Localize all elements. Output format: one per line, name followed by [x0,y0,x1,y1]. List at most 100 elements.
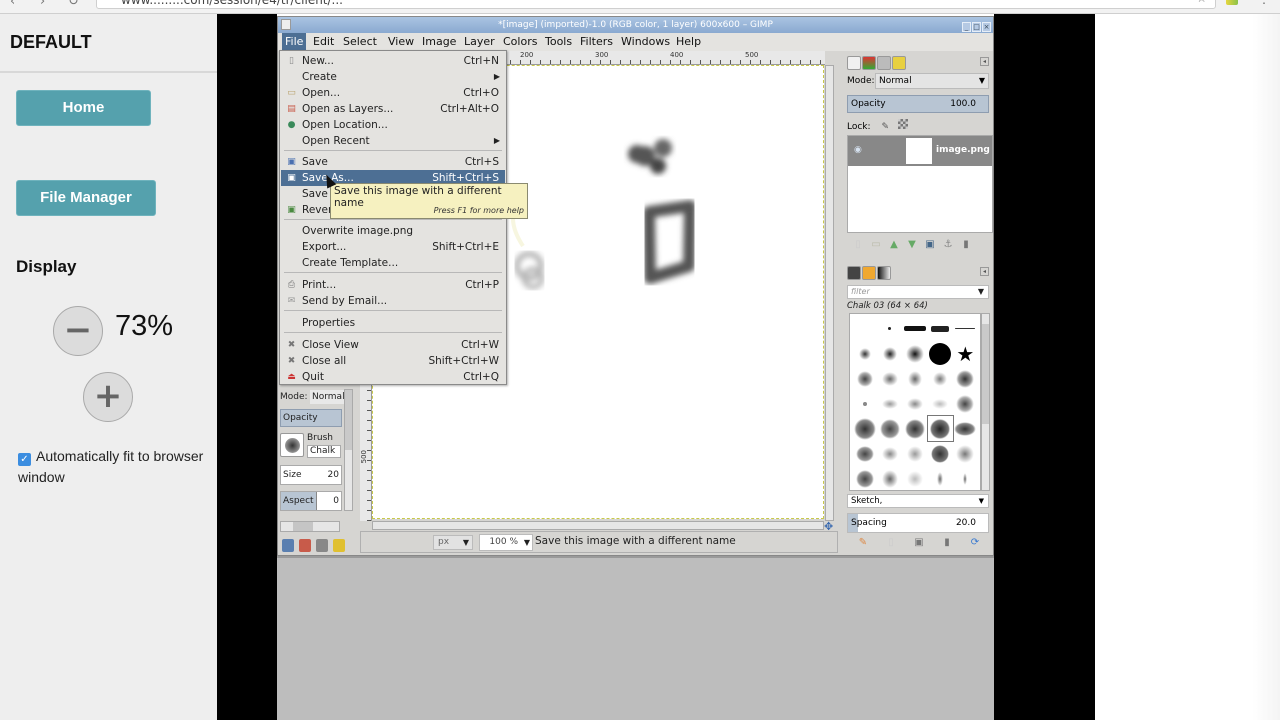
restore-options-icon[interactable] [299,539,311,552]
menu-file[interactable]: File [282,33,307,51]
brush-tag-select[interactable]: Sketch, ▼ [847,494,989,508]
home-button[interactable]: Home [16,90,151,126]
zoom-select[interactable]: 100 % ▼ [479,534,533,551]
tool-opacity-slider[interactable]: Opacity [280,409,342,427]
brush-filter-input[interactable]: filter ▼ [847,285,989,299]
anchor-layer-icon[interactable]: ⚓ [939,239,957,250]
brush-thumbnail[interactable] [926,415,954,442]
zoom-out-button[interactable]: − [53,306,103,356]
brush-thumbnail[interactable] [852,316,877,341]
layer-mode-select[interactable]: Mode: Normal ▼ [847,73,989,89]
menu-item-send-by-email[interactable]: ✉ Send by Email... [281,293,505,309]
duplicate-brush-icon[interactable]: ▣ [905,537,933,548]
brush-thumbnail[interactable] [902,466,927,491]
tab-layers[interactable] [847,56,861,70]
brush-aspect-slider[interactable]: Aspect 0 [280,491,342,511]
delete-options-icon[interactable] [316,539,328,552]
canvas-vscrollbar[interactable] [825,65,834,521]
brush-thumbnail[interactable] [852,416,877,441]
layer-opacity-slider[interactable]: Opacity 100.0 [847,95,989,113]
brush-thumbnail[interactable] [902,441,927,466]
brush-thumbnail[interactable] [902,316,927,341]
menu-edit[interactable]: Edit [313,35,334,48]
forward-icon[interactable]: › [40,0,45,9]
brush-thumbnail[interactable] [852,441,877,466]
brush-thumbnail[interactable] [953,441,978,466]
brush-thumbnail[interactable] [928,466,953,491]
brush-thumbnail[interactable] [852,341,877,366]
brush-thumbnail[interactable] [877,366,902,391]
scroll-thumb[interactable] [345,390,352,450]
autofit-option[interactable]: ✓ Automatically fit to browser window [18,446,208,488]
brush-thumbnail[interactable] [902,366,927,391]
brush-thumbnail[interactable] [877,416,902,441]
brush-thumbnail[interactable] [852,466,877,491]
maximize-button[interactable]: □ [972,22,981,32]
tab-paths[interactable] [877,56,891,70]
brush-thumbnail[interactable] [877,466,902,491]
menu-item-open-recent[interactable]: Open Recent ▶ [281,133,505,149]
dock-menu-icon[interactable]: ◂ [980,57,989,66]
menu-item-open-as-layers[interactable]: ▤ Open as Layers... Ctrl+Alt+O [281,101,505,117]
brush-thumbnail[interactable] [902,416,927,441]
window-titlebar[interactable]: *[image] (imported)-1.0 (RGB color, 1 la… [278,17,993,33]
tool-options-scrollbar[interactable] [344,389,353,511]
raise-layer-icon[interactable]: ▲ [885,239,903,250]
brush-thumbnail[interactable] [852,366,877,391]
file-manager-button[interactable]: File Manager [16,180,156,216]
reload-icon[interactable]: ↻ [68,0,79,9]
menu-item-export[interactable]: Export... Shift+Ctrl+E [281,239,505,255]
brush-thumbnail[interactable] [953,316,978,341]
brush-thumbnail[interactable] [928,391,953,416]
tab-patterns[interactable] [862,266,876,280]
menu-image[interactable]: Image [422,35,456,48]
brush-spacing-slider[interactable]: Spacing 20.0 [847,513,989,533]
visibility-eye-icon[interactable]: ◉ [854,145,862,155]
menu-item-close-view[interactable]: ✖ Close View Ctrl+W [281,337,505,353]
reset-options-icon[interactable] [333,539,345,552]
brush-size-slider[interactable]: Size 20 [280,465,342,485]
save-options-icon[interactable] [282,539,294,552]
lower-layer-icon[interactable]: ▼ [903,239,921,250]
scroll-thumb[interactable] [982,324,989,424]
browser-menu-icon[interactable]: ⋮ [1258,0,1270,6]
tab-undo[interactable] [892,56,906,70]
brush-name-field[interactable]: Chalk 03 [307,445,341,458]
address-bar[interactable]: www.........com/session/e4/tr/client/...… [96,0,1216,9]
brush-thumbnail[interactable] [877,341,902,366]
menu-colors[interactable]: Colors [503,35,537,48]
dock-menu-icon[interactable]: ◂ [980,267,989,276]
brush-thumbnail[interactable] [877,391,902,416]
menu-item-create-template[interactable]: Create Template... [281,255,505,271]
refresh-brushes-icon[interactable]: ⟳ [961,537,989,548]
layer-row[interactable]: ◉ image.png [848,136,992,166]
menu-item-create[interactable]: Create ▶ [281,69,505,85]
scroll-thumb[interactable] [293,522,313,531]
tab-gradients[interactable] [877,266,891,280]
brush-grid-scrollbar[interactable] [981,313,990,491]
menu-item-overwrite-image-png[interactable]: Overwrite image.png [281,223,505,239]
brush-thumbnail[interactable] [953,466,978,491]
brush-preview-button[interactable] [280,433,304,457]
brush-thumbnail[interactable] [928,341,953,366]
menu-filters[interactable]: Filters [580,35,613,48]
tool-options-hscrollbar[interactable] [280,521,340,532]
tool-mode-select[interactable]: Mode: Normal [280,389,344,405]
brush-thumbnail[interactable] [928,316,953,341]
new-brush-icon[interactable]: ▯ [877,537,905,548]
back-icon[interactable]: ‹ [10,0,15,9]
menu-windows[interactable]: Windows [621,35,670,48]
brush-thumbnail[interactable]: ★ [953,341,978,366]
brush-thumbnail[interactable] [877,316,902,341]
menu-help[interactable]: Help [676,35,701,48]
zoom-in-button[interactable]: + [83,372,133,422]
menu-view[interactable]: View [388,35,414,48]
extension-icon[interactable] [1226,0,1238,5]
menu-item-save[interactable]: ▣ Save Ctrl+S [281,154,505,170]
duplicate-layer-icon[interactable]: ▣ [921,239,939,250]
tab-channels[interactable] [862,56,876,70]
menu-tools[interactable]: Tools [545,35,572,48]
brush-thumbnail[interactable] [902,341,927,366]
menu-item-open[interactable]: ▭ Open... Ctrl+O [281,85,505,101]
canvas-hscrollbar[interactable] [372,521,824,530]
